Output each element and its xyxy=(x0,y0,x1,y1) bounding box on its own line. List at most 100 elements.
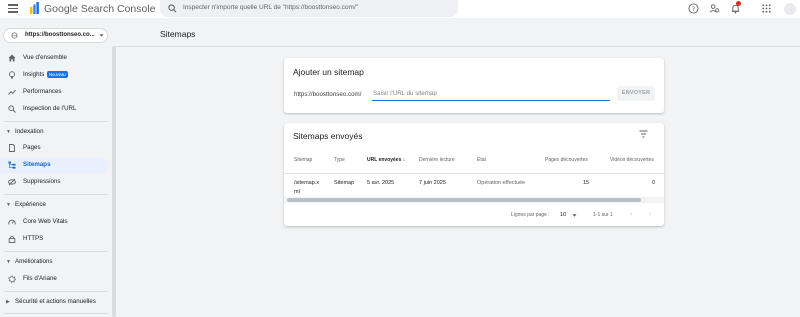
section-label: Indexation xyxy=(15,128,44,135)
search-icon xyxy=(8,105,16,113)
column-header[interactable]: État xyxy=(477,157,486,163)
breadcrumb-icon xyxy=(8,275,16,283)
pages-icon xyxy=(9,144,15,152)
sidebar-item-url-inspection[interactable]: Inspection de l'URL xyxy=(0,101,108,117)
cell-type: Sitemap xyxy=(334,180,355,186)
sidebar-divider xyxy=(4,121,108,122)
collapse-arrow-icon: ▼ xyxy=(6,259,11,265)
sidebar-item-pages[interactable]: Pages xyxy=(0,140,108,156)
search-icon xyxy=(168,4,177,13)
column-header[interactable]: Type xyxy=(334,157,345,163)
table-scrollbar-thumb[interactable] xyxy=(287,198,641,202)
sidebar-item-label: Fils d'Ariane xyxy=(23,275,57,282)
cell-pages-discovered: 15 xyxy=(583,180,590,186)
notification-badge xyxy=(736,1,741,6)
sidebar-divider xyxy=(4,291,108,292)
sidebar-item-breadcrumbs[interactable]: Fils d'Ariane xyxy=(0,271,108,287)
section-experience[interactable]: ▼ Expérience xyxy=(0,198,108,211)
pagination-range: 1-1 sur 1 xyxy=(593,212,613,218)
next-page-button[interactable]: › xyxy=(649,211,651,218)
column-header-sorted[interactable]: URL envoyées ↓ xyxy=(367,157,405,163)
menu-icon[interactable] xyxy=(8,4,18,13)
column-label: URL envoyées xyxy=(367,157,402,163)
sidebar-item-label: Inspection de l'URL xyxy=(23,105,77,112)
sidebar-item-label: Performances xyxy=(23,88,62,95)
cell-status: Opération effectuée xyxy=(477,180,526,186)
sidebar-item-performance[interactable]: Performances xyxy=(0,84,108,100)
sidebar-scrollbar[interactable] xyxy=(112,46,116,317)
chevron-down-icon xyxy=(99,34,104,37)
svg-text:?: ? xyxy=(692,5,695,13)
page-title: Sitemaps xyxy=(160,29,196,39)
collapse-arrow-icon: ▼ xyxy=(6,129,11,135)
collapse-arrow-icon: ▼ xyxy=(6,202,11,208)
sidebar-item-label: Pages xyxy=(23,144,41,151)
app-brand: Google Search Console xyxy=(44,3,156,15)
section-label: Améliorations xyxy=(15,258,53,265)
url-prefix: https://boosttonseo.com/ xyxy=(294,91,362,98)
filter-icon[interactable] xyxy=(639,130,648,138)
apps-grid-icon[interactable] xyxy=(761,3,772,14)
rows-per-page-select[interactable]: 10 xyxy=(560,212,566,218)
removals-icon xyxy=(8,178,16,186)
trending-up-icon xyxy=(8,89,16,95)
expand-arrow-icon: ▶ xyxy=(6,299,10,305)
insights-icon xyxy=(9,71,15,79)
rows-per-page-label: Lignes par page : xyxy=(511,212,550,218)
sidebar-item-insights[interactable]: Insights Nouveau xyxy=(0,67,108,83)
section-enhancements[interactable]: ▼ Améliorations xyxy=(0,255,108,268)
column-header[interactable]: Sitemap xyxy=(294,157,312,163)
property-icon xyxy=(11,32,18,39)
sitemap-url-input[interactable] xyxy=(372,87,610,101)
url-inspect-search[interactable]: Inspecter n'importe quelle URL de "https… xyxy=(160,0,458,17)
section-label: Sécurité et actions manuelles xyxy=(15,298,96,305)
sidebar-item-removals[interactable]: Suppressions xyxy=(0,174,108,190)
prev-page-button[interactable]: ‹ xyxy=(630,211,632,218)
sidebar-item-label: Sitemaps xyxy=(23,161,51,168)
sidebar-item-core-web-vitals[interactable]: Core Web Vitals xyxy=(0,214,108,230)
sidebar: https://boosttonseo.co... Vue d'ensemble… xyxy=(0,18,112,317)
sidebar-item-label: Core Web Vitals xyxy=(23,218,68,225)
sidebar-divider xyxy=(4,313,108,314)
sidebar-divider xyxy=(4,194,108,195)
cell-sitemap[interactable]: /sitemap.x xyxy=(294,180,319,186)
search-console-logo xyxy=(30,2,39,14)
manage-users-icon[interactable] xyxy=(709,3,720,14)
column-header[interactable]: Dernière lecture xyxy=(419,157,455,163)
sort-arrow-icon: ↓ xyxy=(402,157,406,163)
column-header[interactable]: Pages découvertes xyxy=(545,157,588,163)
chevron-down-icon[interactable] xyxy=(572,213,577,218)
sidebar-item-label: Suppressions xyxy=(23,178,61,185)
lock-icon xyxy=(8,235,16,243)
add-sitemap-card: Ajouter un sitemap https://boosttonseo.c… xyxy=(284,58,664,113)
top-bar: Google Search Console Inspecter n'import… xyxy=(0,0,800,18)
help-icon[interactable]: ? xyxy=(688,3,699,14)
cell-videos-discovered: 0 xyxy=(652,180,656,186)
sidebar-item-overview[interactable]: Vue d'ensemble xyxy=(0,50,108,66)
card-title: Ajouter un sitemap xyxy=(293,67,364,77)
cell-sitemap-continued[interactable]: ml xyxy=(294,189,300,195)
sidebar-item-label: HTTPS xyxy=(23,235,44,242)
property-selector[interactable]: https://boosttonseo.co... xyxy=(3,28,108,43)
cell-submitted: 5 avr. 2025 xyxy=(367,180,395,186)
home-icon xyxy=(8,54,16,62)
sidebar-divider xyxy=(4,251,108,252)
sidebar-item-label: Insights xyxy=(23,71,45,78)
account-avatar[interactable] xyxy=(784,3,796,15)
sitemap-icon xyxy=(8,161,16,169)
card-title: Sitemaps envoyés xyxy=(293,131,363,141)
section-label: Expérience xyxy=(15,201,46,208)
column-header[interactable]: Vidéos découvertes xyxy=(610,157,654,163)
table-header-divider xyxy=(284,173,664,174)
sidebar-item-sitemaps[interactable]: Sitemaps xyxy=(0,157,108,173)
section-security[interactable]: ▶ Sécurité et actions manuelles xyxy=(0,295,108,308)
cell-last-read: 7 juin 2025 xyxy=(419,180,446,186)
search-placeholder: Inspecter n'importe quelle URL de "https… xyxy=(183,4,359,11)
submit-button[interactable]: ENVOYER xyxy=(617,86,655,101)
speed-icon xyxy=(8,219,16,225)
section-indexing[interactable]: ▼ Indexation xyxy=(0,125,108,138)
new-badge: Nouveau xyxy=(47,70,68,78)
sidebar-item-https[interactable]: HTTPS xyxy=(0,231,108,247)
submitted-sitemaps-card: Sitemaps envoyés Sitemap Type URL envoyé… xyxy=(284,123,664,226)
header-divider xyxy=(116,46,800,47)
